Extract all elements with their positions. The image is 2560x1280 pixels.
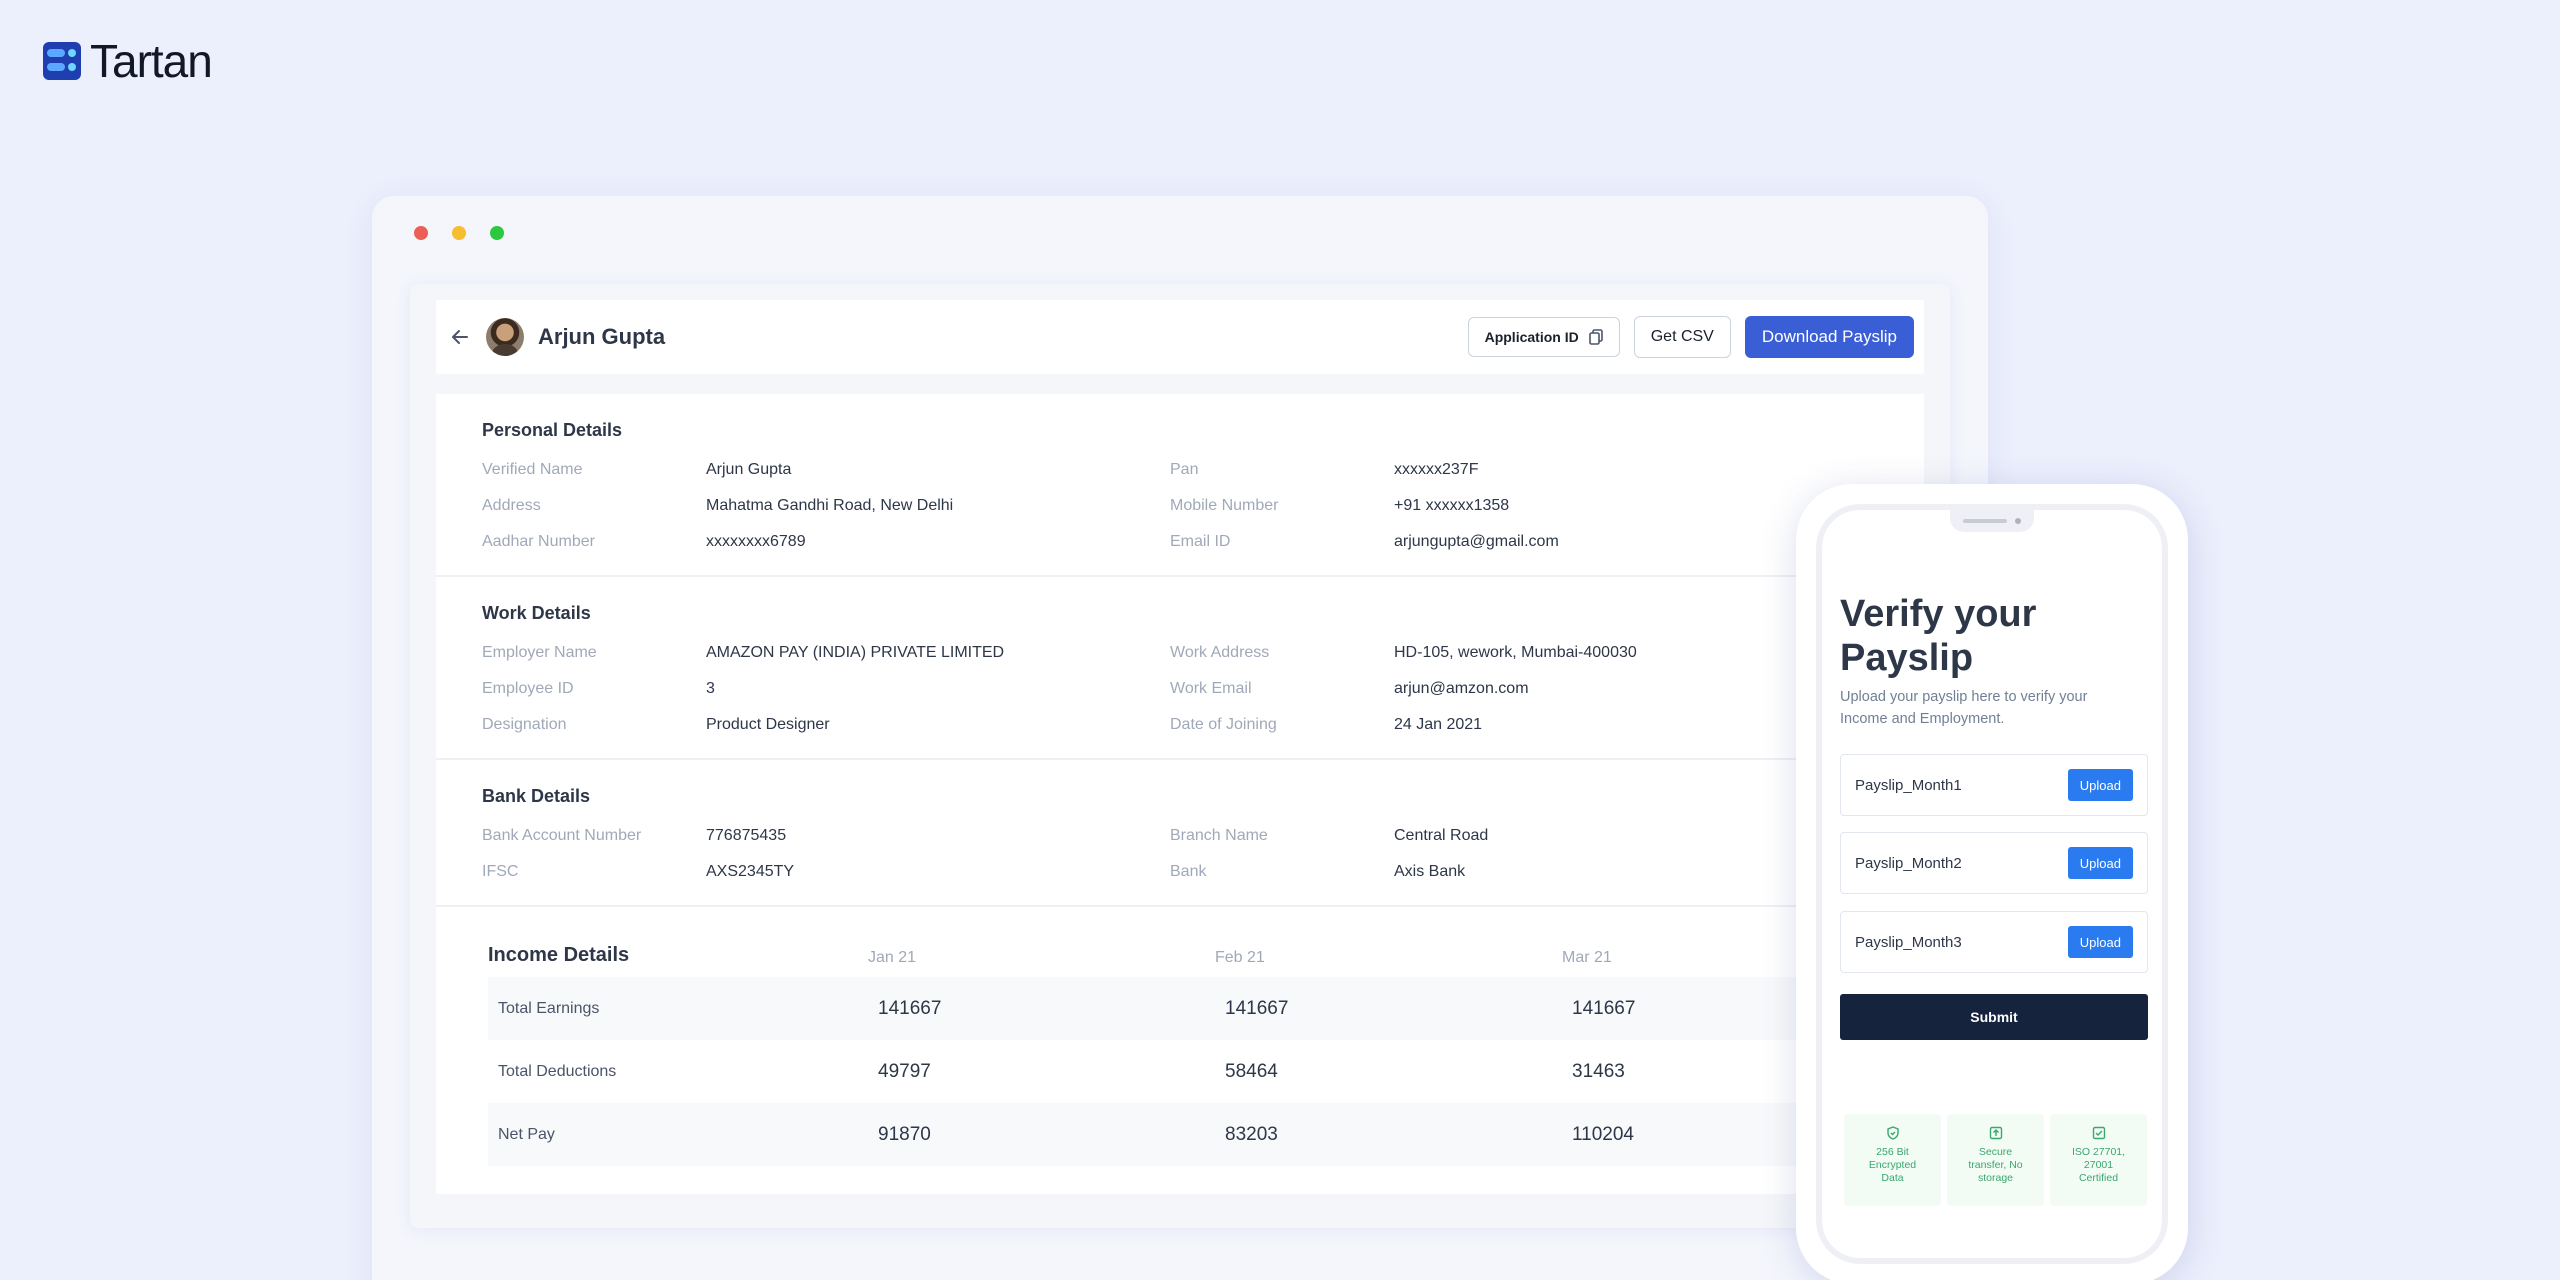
browser-window: Arjun Gupta Application ID Get CSV Downl… (372, 196, 1988, 1280)
verify-subtitle: Upload your payslip here to verify your … (1840, 689, 2088, 727)
table-row: Total Deductions 49797 58464 31463 (488, 1040, 1872, 1103)
trust-badge: Secure transfer, No storage (1947, 1114, 2044, 1206)
detail-label: Verified Name (482, 461, 583, 478)
camera-icon (2015, 518, 2021, 524)
detail-label: Bank (1170, 863, 1207, 880)
detail-value: xxxxxx237F (1394, 461, 1479, 478)
section-title: Work Details (482, 603, 591, 623)
detail-label: Pan (1170, 461, 1199, 478)
upload-button[interactable]: Upload (2067, 769, 2133, 801)
payslip-slot-name: Payslip_Month3 (1855, 933, 1962, 951)
upload-button[interactable]: Upload (2067, 847, 2133, 879)
section-title: Income Details (488, 944, 630, 966)
brand-logo: Tartan (42, 35, 213, 87)
application-id-button[interactable]: Application ID (1467, 317, 1620, 357)
trust-badge: ISO 27701, 27001 Certified (2050, 1114, 2147, 1206)
detail-value: 3 (706, 680, 715, 697)
income-row-label: Net Pay (498, 1125, 555, 1143)
badge-text: ISO 27701, 27001 Certified (2071, 1146, 2126, 1184)
income-cell: 83203 (1225, 1123, 1278, 1145)
personal-details-section: Personal Details Verified Name Arjun Gupt… (436, 394, 1924, 577)
certificate-icon (2092, 1126, 2105, 1140)
income-cell: 49797 (878, 1060, 931, 1082)
income-table: Total Earnings 141667 141667 141667 Total De… (488, 977, 1872, 1166)
personal-details-grid: Verified Name Arjun Gupta Pan xxxxxx237F Add… (482, 461, 1878, 551)
income-cell: 141667 (878, 997, 942, 1019)
income-details-section: Income Details Jan 21 Feb 21 Mar 21 Tota… (436, 907, 1924, 1166)
detail-value: xxxxxxxx6789 (706, 533, 806, 550)
phone-screen: Verify your Payslip Upload your payslip … (1816, 504, 2168, 1264)
app-panel: Arjun Gupta Application ID Get CSV Downl… (410, 284, 1950, 1228)
work-details-grid: Employer Name AMAZON PAY (INDIA) PRIVATE … (482, 644, 1878, 734)
payslip-slot: Payslip_Month3 Upload (1840, 911, 2148, 973)
back-arrow-icon[interactable] (448, 325, 472, 349)
work-details-section: Work Details Employer Name AMAZON PAY (IN… (436, 577, 1924, 760)
income-cell: 141667 (1225, 997, 1289, 1019)
minimize-window-dot[interactable] (452, 226, 466, 240)
detail-label: Date of Joining (1170, 716, 1277, 733)
detail-label: Address (482, 497, 541, 514)
detail-label: Designation (482, 716, 567, 733)
income-cell: 91870 (878, 1123, 931, 1145)
month-header: Feb 21 (1215, 949, 1265, 966)
payslip-slot-name: Payslip_Month2 (1855, 854, 1962, 872)
phone-notch (1950, 510, 2034, 532)
upload-icon (1989, 1126, 2002, 1140)
upload-button[interactable]: Upload (2067, 926, 2133, 958)
table-row: Net Pay 91870 83203 110204 (488, 1103, 1872, 1166)
detail-label: Employer Name (482, 644, 597, 661)
download-payslip-button[interactable]: Download Payslip (1744, 316, 1914, 358)
income-row-label: Total Deductions (498, 1062, 617, 1080)
get-csv-button[interactable]: Get CSV (1633, 316, 1731, 358)
badge-text: Secure transfer, No storage (1968, 1146, 2023, 1184)
shield-icon (1886, 1126, 1899, 1140)
copy-icon (1588, 329, 1603, 345)
detail-value: Mahatma Gandhi Road, New Delhi (706, 497, 954, 514)
payslip-slot: Payslip_Month1 Upload (1840, 754, 2148, 816)
close-window-dot[interactable] (414, 226, 428, 240)
avatar (486, 318, 524, 356)
bank-details-grid: Bank Account Number 776875435 Branch Name C… (482, 827, 1878, 881)
detail-value: AXS2345TY (706, 863, 795, 880)
income-cell: 58464 (1225, 1060, 1278, 1082)
income-row-label: Total Earnings (498, 999, 600, 1017)
verify-title: Verify your Payslip (1840, 593, 2037, 679)
phone-mockup: Verify your Payslip Upload your payslip … (1796, 484, 2188, 1280)
detail-label: Bank Account Number (482, 827, 642, 844)
payslip-slot: Payslip_Month2 Upload (1840, 832, 2148, 894)
person-name: Arjun Gupta (538, 324, 666, 349)
badge-text: 256 Bit Encrypted Data (1868, 1146, 1917, 1184)
income-header: Income Details Jan 21 Feb 21 Mar 21 (488, 937, 1872, 967)
month-header: Jan 21 (868, 949, 917, 966)
detail-label: Employee ID (482, 680, 574, 697)
tartan-logo-icon (43, 42, 81, 80)
detail-label: Work Email (1170, 680, 1252, 697)
detail-label: Email ID (1170, 533, 1231, 550)
section-title: Personal Details (482, 420, 623, 440)
detail-label: Work Address (1170, 644, 1270, 661)
header-actions: Application ID Get CSV Download Payslip (1467, 316, 1914, 358)
section-title: Bank Details (482, 786, 591, 806)
profile-header: Arjun Gupta Application ID Get CSV Downl… (436, 300, 1924, 374)
payslip-slot-name: Payslip_Month1 (1855, 776, 1962, 794)
detail-label: IFSC (482, 863, 519, 880)
speaker-icon (1963, 519, 2007, 523)
details-content: Personal Details Verified Name Arjun Gupt… (436, 394, 1924, 1194)
trust-badge: 256 Bit Encrypted Data (1844, 1114, 1941, 1206)
bank-details-section: Bank Details Bank Account Number 77687543… (436, 760, 1924, 907)
brand-name: Tartan (90, 35, 213, 87)
maximize-window-dot[interactable] (490, 226, 504, 240)
application-id-label: Application ID (1484, 329, 1579, 345)
detail-value: Arjun Gupta (706, 461, 792, 478)
detail-value: 776875435 (706, 827, 787, 844)
detail-value: Product Designer (706, 716, 830, 733)
detail-label: Mobile Number (1170, 497, 1279, 514)
detail-label: Branch Name (1170, 827, 1268, 844)
table-row: Total Earnings 141667 141667 141667 (488, 977, 1872, 1040)
window-controls (414, 226, 504, 240)
detail-label: Aadhar Number (482, 533, 595, 550)
trust-badges: 256 Bit Encrypted Data Secure transfer, … (1844, 1114, 2147, 1206)
submit-button[interactable]: Submit (1840, 994, 2148, 1040)
detail-value: AMAZON PAY (INDIA) PRIVATE LIMITED (706, 644, 1005, 661)
